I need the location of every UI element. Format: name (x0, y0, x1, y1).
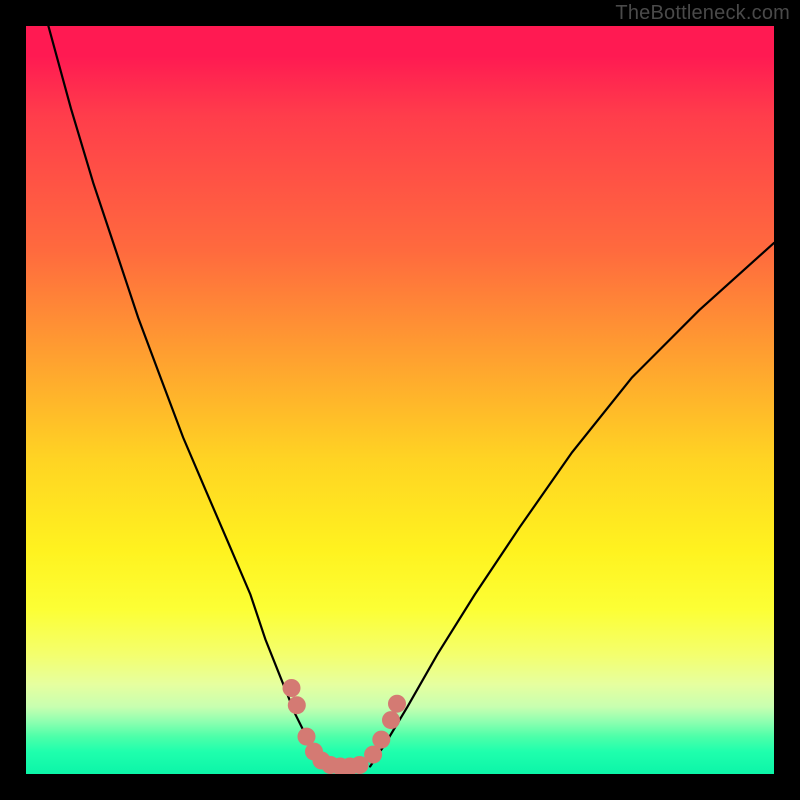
watermark: TheBottleneck.com (615, 2, 790, 25)
chart-svg (26, 26, 774, 774)
right-curve (370, 243, 774, 767)
left-curve (48, 26, 325, 767)
chart-area (26, 26, 774, 774)
